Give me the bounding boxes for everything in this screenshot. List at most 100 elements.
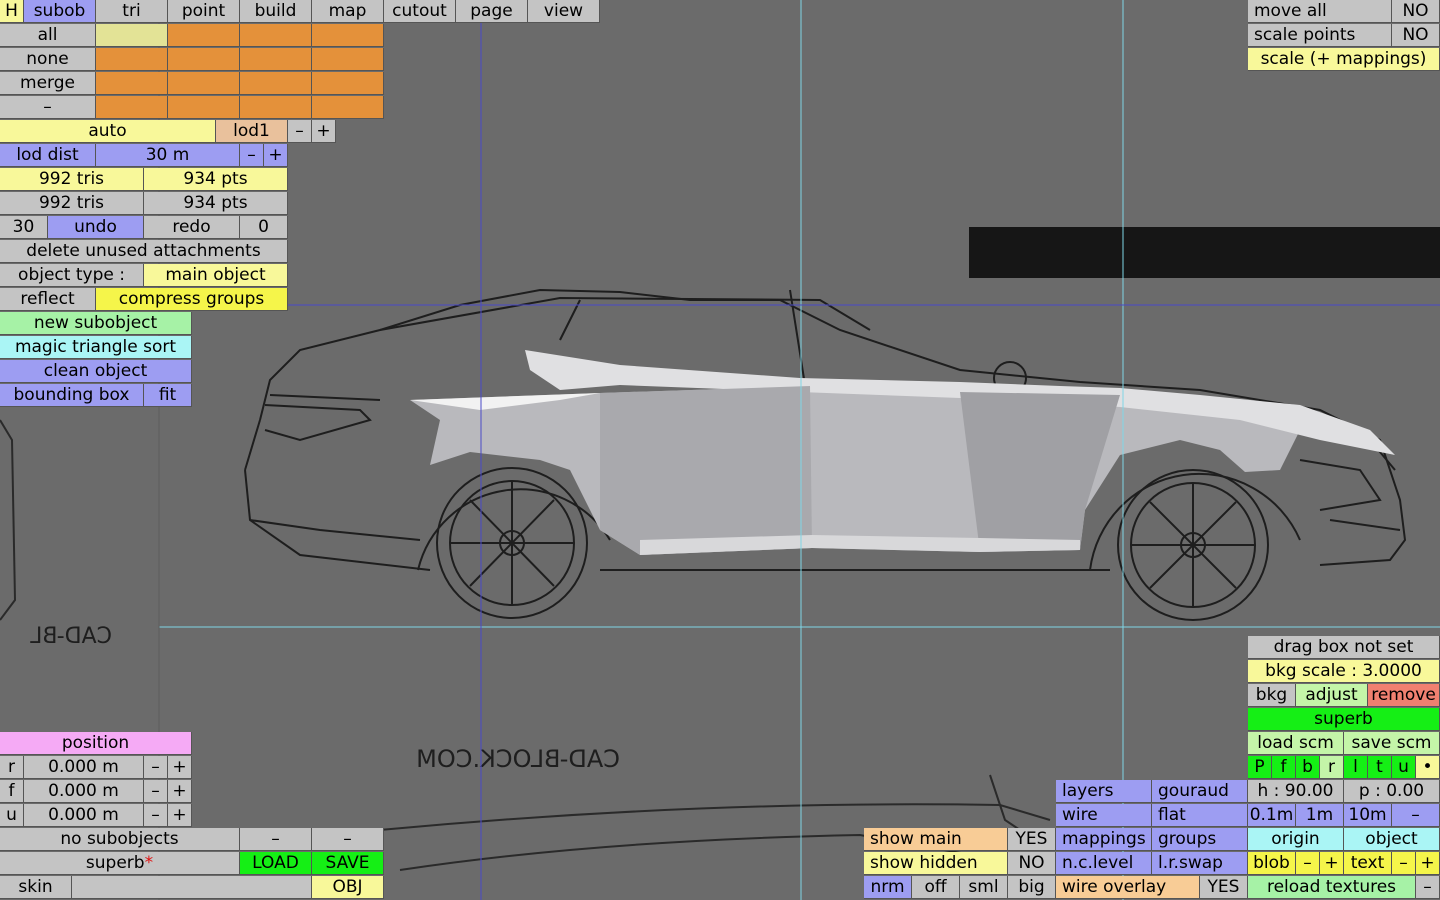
position-r-value[interactable]: 0.000 m [24,756,144,779]
undo-button[interactable]: undo [48,216,144,239]
wire-overlay-button[interactable]: wire overlay [1056,876,1200,899]
groups-button[interactable]: groups [1152,828,1248,851]
position-r-minus-button[interactable]: – [144,756,168,779]
object-button[interactable]: object [1344,828,1440,851]
select-all-button[interactable]: all [0,24,96,47]
tab-point[interactable]: point [168,0,240,23]
subobject-slot[interactable] [168,24,240,47]
compress-groups-button[interactable]: compress groups [96,288,288,311]
show-hidden-value[interactable]: NO [1008,852,1056,875]
magic-triangle-sort-button[interactable]: magic triangle sort [0,336,192,359]
gouraud-button[interactable]: gouraud [1152,780,1248,803]
pitch-angle[interactable]: p : 0.00 [1344,780,1440,803]
layers-button[interactable]: layers [1056,780,1152,803]
view-back-button[interactable]: b [1296,756,1320,779]
wire-overlay-value[interactable]: YES [1200,876,1248,899]
position-u-plus-button[interactable]: + [168,804,192,827]
grid-dash-button[interactable]: – [1392,804,1440,827]
nc-level-button[interactable]: n.c.level [1056,852,1152,875]
bkg-remove-button[interactable]: remove [1368,684,1440,707]
subobject-slot[interactable] [240,24,312,47]
tab-subob[interactable]: subob [24,0,96,23]
lod-dist-minus-button[interactable]: – [240,144,264,167]
blob-minus-button[interactable]: – [1296,852,1320,875]
subobject-dash-button[interactable]: – [312,828,384,851]
position-f-value[interactable]: 0.000 m [24,780,144,803]
scene-name[interactable]: superb [1248,708,1440,731]
select-dash-button[interactable]: – [0,96,96,119]
subobject-slot[interactable] [96,48,168,71]
grid-0-1m-button[interactable]: 0.1m [1248,804,1296,827]
mappings-button[interactable]: mappings [1056,828,1152,851]
normals-nrm-button[interactable]: nrm [864,876,912,899]
subobject-slot[interactable] [96,24,168,47]
obj-export-button[interactable]: OBJ [312,876,384,899]
reload-dash-button[interactable]: – [1416,876,1440,899]
view-dot-button[interactable]: • [1416,756,1440,779]
subobject-dash-button[interactable]: – [240,828,312,851]
lod-plus-button[interactable]: + [312,120,336,143]
file-name[interactable]: superb* [0,852,240,875]
grid-1m-button[interactable]: 1m [1296,804,1344,827]
normals-off-button[interactable]: off [912,876,960,899]
blob-button[interactable]: blob [1248,852,1296,875]
view-right-button[interactable]: r [1320,756,1344,779]
show-main-button[interactable]: show main [864,828,1008,851]
bkg-adjust-button[interactable]: adjust [1296,684,1368,707]
lod-dist-plus-button[interactable]: + [264,144,288,167]
new-subobject-button[interactable]: new subobject [0,312,192,335]
subobject-slot[interactable] [312,48,384,71]
view-left-button[interactable]: l [1344,756,1368,779]
subobject-slot[interactable] [240,48,312,71]
clean-object-button[interactable]: clean object [0,360,192,383]
scale-points-value[interactable]: NO [1392,24,1440,47]
tab-page[interactable]: page [456,0,528,23]
fit-button[interactable]: fit [144,384,192,407]
save-scm-button[interactable]: save scm [1344,732,1440,755]
subobject-slot[interactable] [168,48,240,71]
lod-auto-button[interactable]: auto [0,120,216,143]
position-r-plus-button[interactable]: + [168,756,192,779]
blob-plus-button[interactable]: + [1320,852,1344,875]
flat-button[interactable]: flat [1152,804,1248,827]
subobject-slot[interactable] [312,72,384,95]
view-under-button[interactable]: u [1392,756,1416,779]
reflect-button[interactable]: reflect [0,288,96,311]
bounding-box-button[interactable]: bounding box [0,384,144,407]
wire-button[interactable]: wire [1056,804,1152,827]
tab-view[interactable]: view [528,0,600,23]
lod-dist-value[interactable]: 30 m [96,144,240,167]
grid-10m-button[interactable]: 10m [1344,804,1392,827]
lod-current[interactable]: lod1 [216,120,288,143]
skin-field[interactable] [72,876,312,899]
position-f-minus-button[interactable]: – [144,780,168,803]
position-u-minus-button[interactable]: – [144,804,168,827]
subobject-slot[interactable] [168,72,240,95]
scale-points-button[interactable]: scale points [1248,24,1392,47]
lod-minus-button[interactable]: – [288,120,312,143]
view-top-button[interactable]: t [1368,756,1392,779]
merge-button[interactable]: merge [0,72,96,95]
subobject-slot[interactable] [240,96,312,119]
redo-button[interactable]: redo [144,216,240,239]
view-front-button[interactable]: f [1272,756,1296,779]
show-main-value[interactable]: YES [1008,828,1056,851]
tab-tri[interactable]: tri [96,0,168,23]
scale-mappings-button[interactable]: scale (+ mappings) [1248,48,1440,71]
origin-button[interactable]: origin [1248,828,1344,851]
show-hidden-button[interactable]: show hidden [864,852,1008,875]
reload-textures-button[interactable]: reload textures [1248,876,1416,899]
subobject-slot[interactable] [312,96,384,119]
select-none-button[interactable]: none [0,48,96,71]
load-scm-button[interactable]: load scm [1248,732,1344,755]
subobject-slot[interactable] [168,96,240,119]
tab-cutout[interactable]: cutout [384,0,456,23]
save-button[interactable]: SAVE [312,852,384,875]
object-type-value[interactable]: main object [144,264,288,287]
text-minus-button[interactable]: – [1392,852,1416,875]
lr-swap-button[interactable]: l.r.swap [1152,852,1248,875]
text-plus-button[interactable]: + [1416,852,1440,875]
subobject-slot[interactable] [96,72,168,95]
move-all-value[interactable]: NO [1392,0,1440,23]
text-button[interactable]: text [1344,852,1392,875]
